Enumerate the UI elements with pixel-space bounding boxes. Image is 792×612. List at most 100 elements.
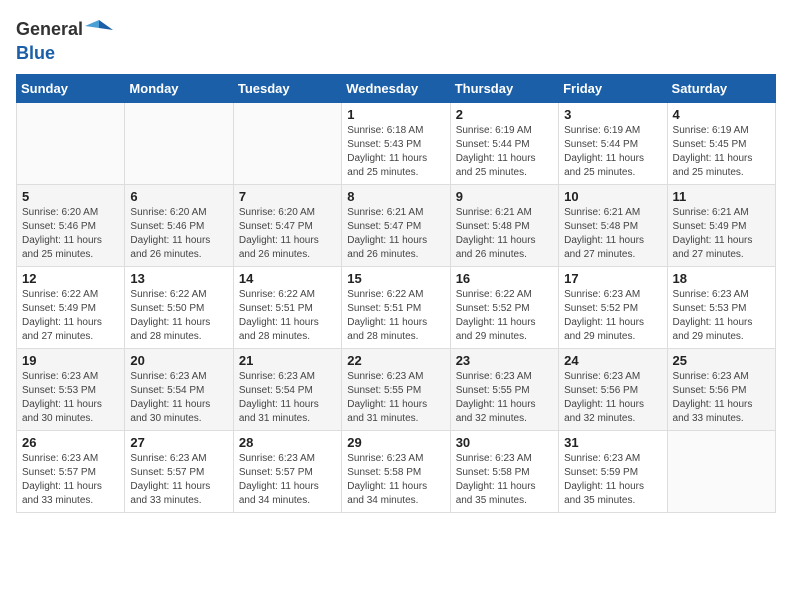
day-info: Sunrise: 6:22 AM Sunset: 5:50 PM Dayligh…: [130, 288, 227, 344]
day-number: 6: [130, 189, 227, 204]
day-number: 27: [130, 435, 227, 450]
day-number: 22: [347, 353, 444, 368]
calendar-day-cell: 15 Sunrise: 6:22 AM Sunset: 5:51 PM Dayli…: [342, 266, 450, 348]
day-number: 19: [22, 353, 119, 368]
day-info: Sunrise: 6:19 AM Sunset: 5:44 PM Dayligh…: [456, 124, 553, 180]
calendar-day-cell: [17, 102, 125, 184]
calendar-day-cell: 7 Sunrise: 6:20 AM Sunset: 5:47 PM Daylig…: [233, 184, 341, 266]
calendar-day-cell: 1 Sunrise: 6:18 AM Sunset: 5:43 PM Daylig…: [342, 102, 450, 184]
day-number: 18: [673, 271, 770, 286]
day-number: 21: [239, 353, 336, 368]
day-number: 31: [564, 435, 661, 450]
calendar-day-cell: 21 Sunrise: 6:23 AM Sunset: 5:54 PM Dayli…: [233, 348, 341, 430]
day-info: Sunrise: 6:21 AM Sunset: 5:48 PM Dayligh…: [564, 206, 661, 262]
day-info: Sunrise: 6:23 AM Sunset: 5:58 PM Dayligh…: [456, 452, 553, 508]
day-number: 1: [347, 107, 444, 122]
weekday-header-friday: Friday: [559, 74, 667, 102]
day-number: 30: [456, 435, 553, 450]
day-info: Sunrise: 6:19 AM Sunset: 5:45 PM Dayligh…: [673, 124, 770, 180]
day-number: 13: [130, 271, 227, 286]
day-info: Sunrise: 6:22 AM Sunset: 5:52 PM Dayligh…: [456, 288, 553, 344]
day-info: Sunrise: 6:23 AM Sunset: 5:54 PM Dayligh…: [239, 370, 336, 426]
calendar-day-cell: 27 Sunrise: 6:23 AM Sunset: 5:57 PM Dayli…: [125, 430, 233, 512]
day-info: Sunrise: 6:22 AM Sunset: 5:49 PM Dayligh…: [22, 288, 119, 344]
calendar-day-cell: 19Sunrise: 6:23 AM Sunset: 5:53 PM Dayli…: [17, 348, 125, 430]
day-info: Sunrise: 6:21 AM Sunset: 5:47 PM Dayligh…: [347, 206, 444, 262]
calendar-day-cell: [125, 102, 233, 184]
calendar-day-cell: [233, 102, 341, 184]
day-info: Sunrise: 6:20 AM Sunset: 5:46 PM Dayligh…: [22, 206, 119, 262]
day-info: Sunrise: 6:23 AM Sunset: 5:55 PM Dayligh…: [347, 370, 444, 426]
day-info: Sunrise: 6:23 AM Sunset: 5:53 PM Dayligh…: [673, 288, 770, 344]
day-number: 24: [564, 353, 661, 368]
day-number: 7: [239, 189, 336, 204]
calendar-day-cell: 5 Sunrise: 6:20 AM Sunset: 5:46 PM Daylig…: [17, 184, 125, 266]
weekday-header-wednesday: Wednesday: [342, 74, 450, 102]
day-number: 25: [673, 353, 770, 368]
day-number: 20: [130, 353, 227, 368]
calendar-day-cell: 29Sunrise: 6:23 AM Sunset: 5:58 PM Dayli…: [342, 430, 450, 512]
calendar-day-cell: 6 Sunrise: 6:20 AM Sunset: 5:46 PM Daylig…: [125, 184, 233, 266]
calendar-day-cell: 11Sunrise: 6:21 AM Sunset: 5:49 PM Dayli…: [667, 184, 775, 266]
weekday-header-saturday: Saturday: [667, 74, 775, 102]
day-number: 3: [564, 107, 661, 122]
logo-general: General: [16, 19, 83, 39]
day-number: 16: [456, 271, 553, 286]
day-number: 14: [239, 271, 336, 286]
calendar-day-cell: 13 Sunrise: 6:22 AM Sunset: 5:50 PM Dayli…: [125, 266, 233, 348]
calendar-table: SundayMondayTuesdayWednesdayThursdayFrid…: [16, 74, 776, 513]
day-info: Sunrise: 6:23 AM Sunset: 5:55 PM Dayligh…: [456, 370, 553, 426]
calendar-day-cell: 28 Sunrise: 6:23 AM Sunset: 5:57 PM Dayli…: [233, 430, 341, 512]
weekday-header-tuesday: Tuesday: [233, 74, 341, 102]
calendar-day-cell: 14 Sunrise: 6:22 AM Sunset: 5:51 PM Dayli…: [233, 266, 341, 348]
day-info: Sunrise: 6:23 AM Sunset: 5:57 PM Dayligh…: [239, 452, 336, 508]
calendar-day-cell: 23 Sunrise: 6:23 AM Sunset: 5:55 PM Dayli…: [450, 348, 558, 430]
calendar-day-cell: 2Sunrise: 6:19 AM Sunset: 5:44 PM Daylig…: [450, 102, 558, 184]
day-info: Sunrise: 6:20 AM Sunset: 5:46 PM Dayligh…: [130, 206, 227, 262]
calendar-day-cell: 3 Sunrise: 6:19 AM Sunset: 5:44 PM Daylig…: [559, 102, 667, 184]
day-number: 10: [564, 189, 661, 204]
calendar-day-cell: 31 Sunrise: 6:23 AM Sunset: 5:59 PM Dayli…: [559, 430, 667, 512]
day-info: Sunrise: 6:23 AM Sunset: 5:56 PM Dayligh…: [564, 370, 661, 426]
logo-blue: Blue: [16, 43, 55, 63]
day-number: 15: [347, 271, 444, 286]
day-info: Sunrise: 6:23 AM Sunset: 5:59 PM Dayligh…: [564, 452, 661, 508]
day-info: Sunrise: 6:23 AM Sunset: 5:57 PM Dayligh…: [22, 452, 119, 508]
day-info: Sunrise: 6:22 AM Sunset: 5:51 PM Dayligh…: [347, 288, 444, 344]
day-info: Sunrise: 6:22 AM Sunset: 5:51 PM Dayligh…: [239, 288, 336, 344]
calendar-day-cell: 16 Sunrise: 6:22 AM Sunset: 5:52 PM Dayli…: [450, 266, 558, 348]
day-info: Sunrise: 6:18 AM Sunset: 5:43 PM Dayligh…: [347, 124, 444, 180]
calendar-day-cell: 4 Sunrise: 6:19 AM Sunset: 5:45 PM Daylig…: [667, 102, 775, 184]
weekday-header-row: SundayMondayTuesdayWednesdayThursdayFrid…: [17, 74, 776, 102]
day-info: Sunrise: 6:19 AM Sunset: 5:44 PM Dayligh…: [564, 124, 661, 180]
calendar-day-cell: [667, 430, 775, 512]
calendar-week-5: 26 Sunrise: 6:23 AM Sunset: 5:57 PM Dayli…: [17, 430, 776, 512]
weekday-header-monday: Monday: [125, 74, 233, 102]
calendar-day-cell: 25 Sunrise: 6:23 AM Sunset: 5:56 PM Dayli…: [667, 348, 775, 430]
calendar-week-3: 12 Sunrise: 6:22 AM Sunset: 5:49 PM Dayli…: [17, 266, 776, 348]
day-info: Sunrise: 6:23 AM Sunset: 5:52 PM Dayligh…: [564, 288, 661, 344]
calendar-day-cell: 22 Sunrise: 6:23 AM Sunset: 5:55 PM Dayli…: [342, 348, 450, 430]
calendar-day-cell: 9Sunrise: 6:21 AM Sunset: 5:48 PM Daylig…: [450, 184, 558, 266]
day-number: 26: [22, 435, 119, 450]
day-info: Sunrise: 6:23 AM Sunset: 5:57 PM Dayligh…: [130, 452, 227, 508]
weekday-header-sunday: Sunday: [17, 74, 125, 102]
calendar-day-cell: 17Sunrise: 6:23 AM Sunset: 5:52 PM Dayli…: [559, 266, 667, 348]
calendar-day-cell: 30 Sunrise: 6:23 AM Sunset: 5:58 PM Dayli…: [450, 430, 558, 512]
calendar-day-cell: 12 Sunrise: 6:22 AM Sunset: 5:49 PM Dayli…: [17, 266, 125, 348]
calendar-day-cell: 26 Sunrise: 6:23 AM Sunset: 5:57 PM Dayli…: [17, 430, 125, 512]
day-info: Sunrise: 6:20 AM Sunset: 5:47 PM Dayligh…: [239, 206, 336, 262]
day-number: 9: [456, 189, 553, 204]
calendar-day-cell: 24 Sunrise: 6:23 AM Sunset: 5:56 PM Dayli…: [559, 348, 667, 430]
day-number: 28: [239, 435, 336, 450]
day-number: 23: [456, 353, 553, 368]
day-number: 12: [22, 271, 119, 286]
logo: General Blue: [16, 16, 113, 64]
day-info: Sunrise: 6:23 AM Sunset: 5:58 PM Dayligh…: [347, 452, 444, 508]
day-number: 5: [22, 189, 119, 204]
calendar-day-cell: 8Sunrise: 6:21 AM Sunset: 5:47 PM Daylig…: [342, 184, 450, 266]
logo-bird-icon: [85, 16, 113, 44]
day-info: Sunrise: 6:23 AM Sunset: 5:56 PM Dayligh…: [673, 370, 770, 426]
weekday-header-thursday: Thursday: [450, 74, 558, 102]
day-number: 4: [673, 107, 770, 122]
